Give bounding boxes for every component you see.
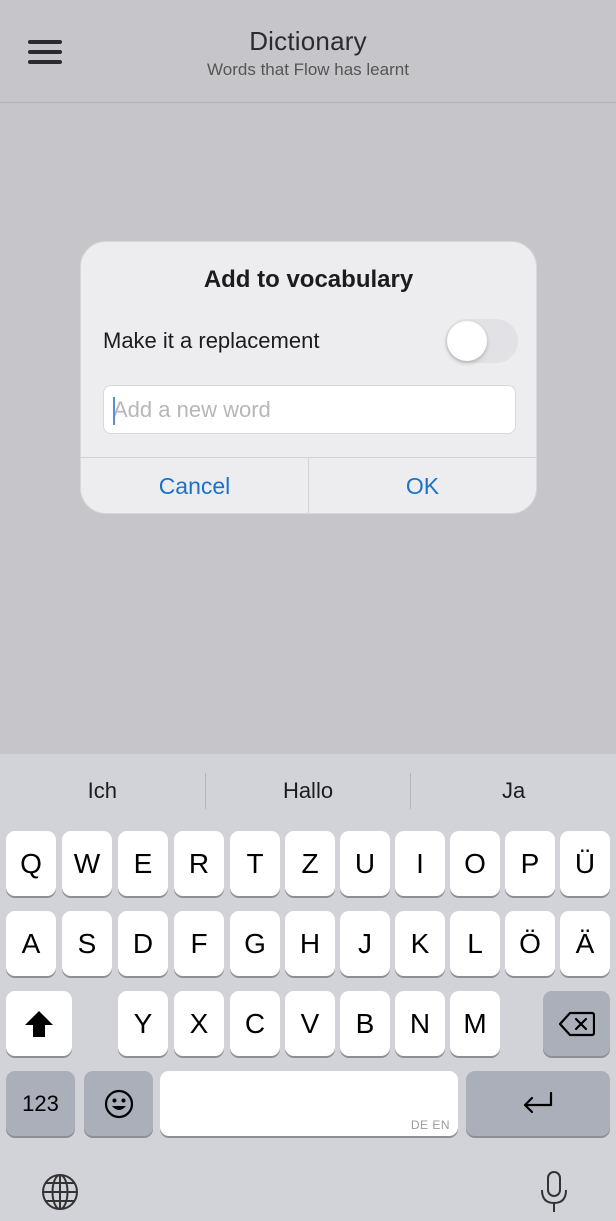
key-k[interactable]: K	[395, 911, 445, 976]
shift-key[interactable]	[6, 991, 72, 1056]
key-j[interactable]: J	[340, 911, 390, 976]
key-q[interactable]: Q	[6, 831, 56, 896]
backspace-icon	[558, 1011, 595, 1036]
space-key[interactable]: DE EN	[160, 1071, 458, 1136]
key-e[interactable]: E	[118, 831, 168, 896]
numbers-key[interactable]: 123	[6, 1071, 75, 1136]
key-r[interactable]: R	[174, 831, 224, 896]
key-n[interactable]: N	[395, 991, 445, 1056]
replacement-label: Make it a replacement	[103, 328, 320, 353]
app-header: Dictionary Words that Flow has learnt	[0, 0, 616, 103]
ok-button[interactable]: OK	[308, 458, 536, 513]
suggestion-item[interactable]: Ich	[0, 778, 205, 804]
key-b[interactable]: B	[340, 991, 390, 1056]
key-v[interactable]: V	[285, 991, 335, 1056]
text-cursor	[113, 397, 115, 425]
space-language-hint: DE EN	[410, 1118, 450, 1132]
shift-icon	[25, 1010, 53, 1037]
key-m[interactable]: M	[450, 991, 500, 1056]
key-o-umlaut[interactable]: Ö	[505, 911, 555, 976]
key-z[interactable]: Z	[285, 831, 335, 896]
onscreen-keyboard: Ich Hallo Ja Q W E R T Z U I O P Ü A S D…	[0, 754, 616, 1221]
emoji-icon	[104, 1089, 133, 1118]
key-c[interactable]: C	[230, 991, 280, 1056]
globe-icon[interactable]	[40, 1172, 80, 1212]
suggestion-item[interactable]: Ja	[411, 778, 616, 804]
key-i[interactable]: I	[395, 831, 445, 896]
key-g[interactable]: G	[230, 911, 280, 976]
return-key[interactable]	[466, 1071, 610, 1136]
key-a-umlaut[interactable]: Ä	[560, 911, 610, 976]
key-l[interactable]: L	[450, 911, 500, 976]
key-d[interactable]: D	[118, 911, 168, 976]
key-w[interactable]: W	[62, 831, 112, 896]
suggestion-bar: Ich Hallo Ja	[0, 754, 616, 828]
backspace-key[interactable]	[543, 991, 610, 1056]
add-vocabulary-dialog: Add to vocabulary Make it a replacement …	[80, 241, 537, 514]
replacement-toggle[interactable]	[445, 319, 518, 363]
key-o[interactable]: O	[450, 831, 500, 896]
dialog-button-row: Cancel OK	[81, 457, 536, 513]
key-a[interactable]: A	[6, 911, 56, 976]
microphone-icon[interactable]	[539, 1170, 569, 1214]
key-u-umlaut[interactable]: Ü	[560, 831, 610, 896]
page-title: Dictionary	[249, 26, 367, 56]
suggestion-item[interactable]: Hallo	[206, 778, 411, 804]
key-y[interactable]: Y	[118, 991, 168, 1056]
return-icon	[523, 1091, 553, 1113]
key-x[interactable]: X	[174, 991, 224, 1056]
page-subtitle: Words that Flow has learnt	[207, 60, 409, 79]
key-p[interactable]: P	[505, 831, 555, 896]
dialog-title: Add to vocabulary	[203, 266, 414, 293]
emoji-key[interactable]	[84, 1071, 153, 1136]
cancel-button[interactable]: Cancel	[81, 458, 308, 513]
new-word-input[interactable]	[103, 385, 516, 434]
toggle-knob	[447, 321, 487, 361]
key-h[interactable]: H	[285, 911, 335, 976]
key-f[interactable]: F	[174, 911, 224, 976]
key-u[interactable]: U	[340, 831, 390, 896]
key-s[interactable]: S	[62, 911, 112, 976]
key-t[interactable]: T	[230, 831, 280, 896]
